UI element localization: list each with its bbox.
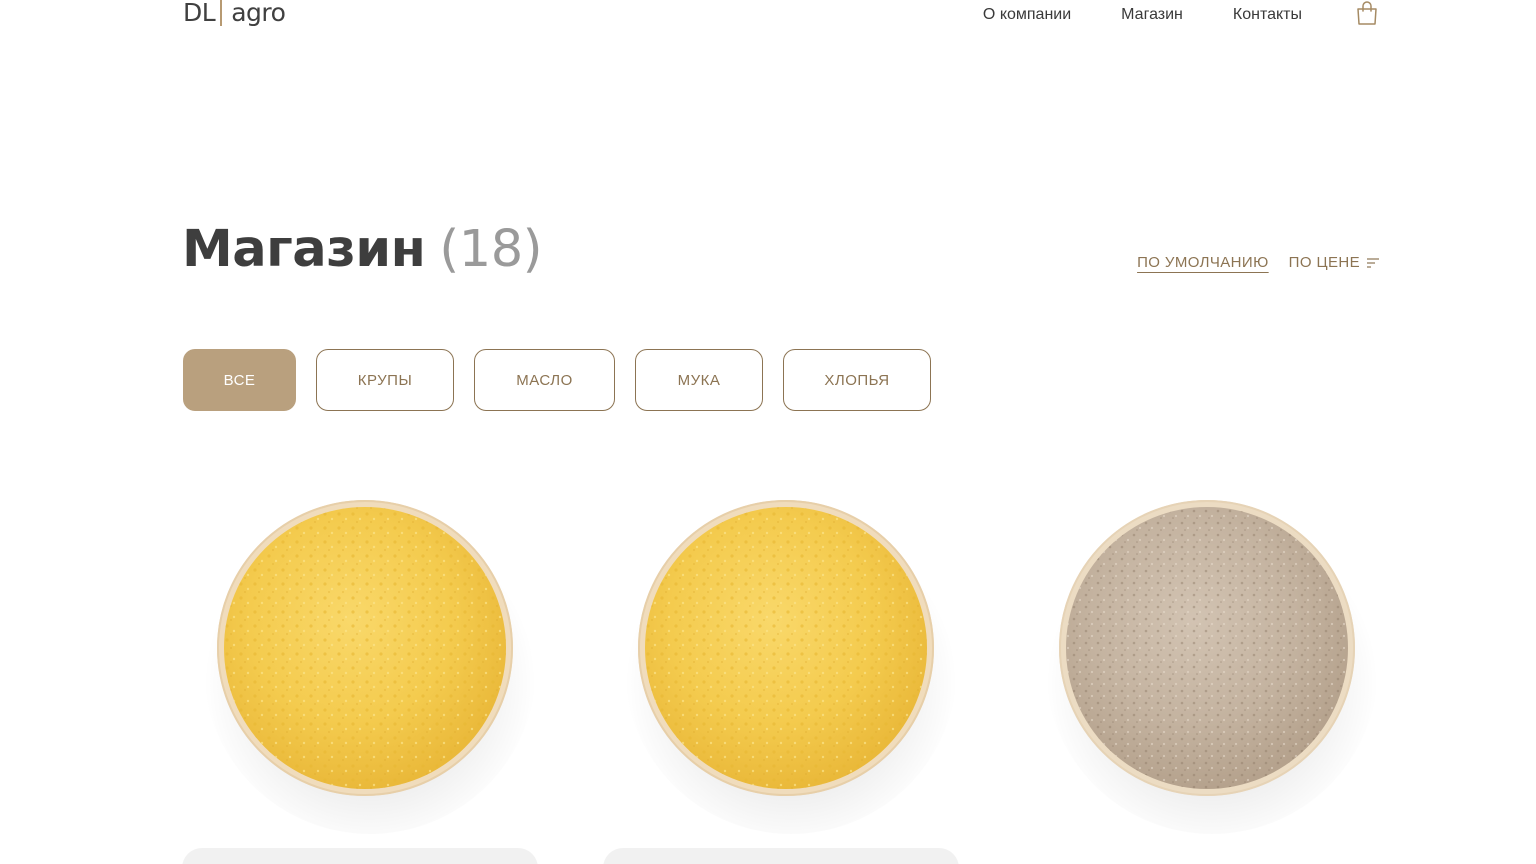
nav-shop[interactable]: Магазин	[1121, 5, 1183, 25]
product-card-footer	[182, 848, 538, 864]
sort-default-link[interactable]: ПО УМОЛЧАНИЮ	[1137, 254, 1269, 271]
main-nav: О компании Магазин Контакты	[983, 1, 1380, 26]
filter-flakes-button[interactable]: ХЛОПЬЯ	[783, 349, 931, 411]
logo[interactable]: DL agro	[183, 0, 286, 27]
product-card[interactable]	[1024, 496, 1384, 864]
filter-oil-button[interactable]: МАСЛО	[474, 349, 615, 411]
page-title-text: Магазин	[182, 220, 426, 279]
logo-agro: agro	[231, 0, 286, 27]
sort-options: ПО УМОЛЧАНИЮ ПО ЦЕНЕ	[1137, 254, 1380, 271]
sort-icon[interactable]	[1366, 257, 1380, 269]
nav-contacts[interactable]: Контакты	[1233, 5, 1302, 25]
product-card[interactable]	[603, 496, 963, 864]
product-image-yellow-flour[interactable]	[182, 496, 542, 836]
filter-flour-button[interactable]: МУКА	[635, 349, 763, 411]
product-image-grey-flour[interactable]	[1024, 496, 1384, 836]
product-image-yellow-flour[interactable]	[603, 496, 963, 836]
shopping-bag-icon[interactable]	[1354, 0, 1380, 26]
logo-divider	[220, 0, 223, 26]
sort-price-link[interactable]: ПО ЦЕНЕ	[1289, 254, 1360, 271]
product-card-footer	[603, 848, 959, 864]
product-card[interactable]	[182, 496, 542, 864]
logo-dl: DL	[183, 0, 216, 27]
page: DL agro О компании Магазин Контакты Мага…	[0, 0, 1536, 864]
product-count: (18)	[439, 220, 543, 279]
nav-about[interactable]: О компании	[983, 5, 1071, 25]
category-filters: ВСЕ КРУПЫ МАСЛО МУКА ХЛОПЬЯ	[183, 349, 951, 411]
filter-groats-button[interactable]: КРУПЫ	[316, 349, 454, 411]
page-title: Магазин (18)	[182, 218, 543, 282]
filter-all-button[interactable]: ВСЕ	[183, 349, 296, 411]
